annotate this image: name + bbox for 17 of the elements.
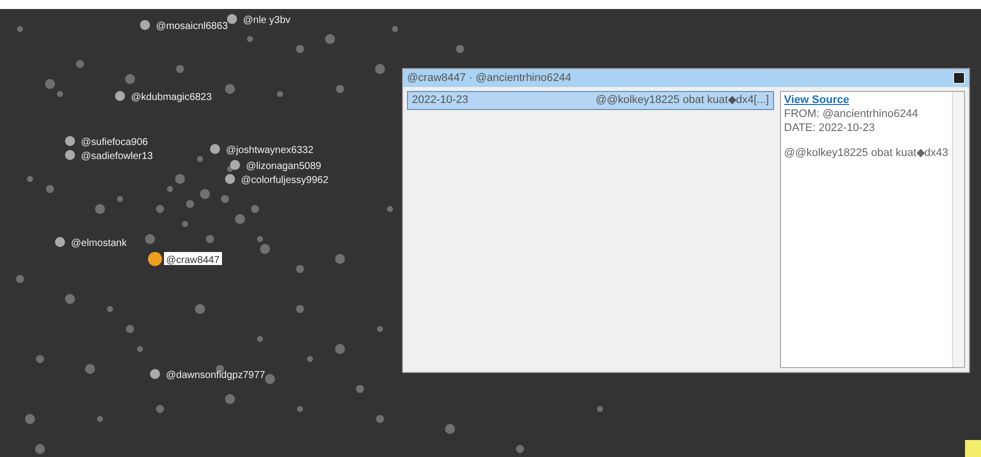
node-label: @joshtwaynex6332 bbox=[226, 145, 314, 156]
message-date: DATE: 2022-10-23 bbox=[784, 122, 876, 136]
node-label: @craw8447 bbox=[166, 255, 220, 266]
node-label: @sadiefowler13 bbox=[81, 151, 153, 162]
node-label: @nle y3bv bbox=[243, 15, 290, 26]
popup-title: @craw8447 · @ancientrhino6244 bbox=[407, 70, 572, 86]
message-row[interactable]: 2022-10-23 @@kolkey18225 obat kuat◆dx4[...] bbox=[407, 91, 774, 110]
view-source-link[interactable]: View Source bbox=[784, 94, 850, 106]
message-from: FROM: @ancientrhino6244 bbox=[784, 108, 920, 122]
node-label: @mosaicnl6863 bbox=[156, 21, 228, 32]
node-label: @kdubmagic6823 bbox=[131, 92, 212, 103]
node-label: @sufiefoca906 bbox=[81, 137, 148, 148]
node-label: @lizonagan5089 bbox=[246, 161, 322, 172]
node-label: @colorfuljessy9962 bbox=[241, 175, 328, 186]
node-label: @dawnsonfidgpz7977 bbox=[166, 370, 266, 381]
message-text: @@kolkey18225 obat kuat◆dx43 bbox=[784, 147, 949, 161]
node-label: @elmostank bbox=[71, 238, 127, 249]
